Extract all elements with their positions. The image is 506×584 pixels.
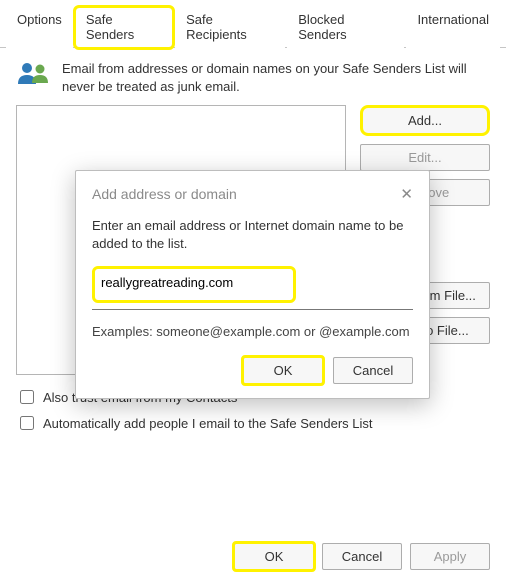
edit-button: Edit... [360,144,490,171]
tab-blocked-senders[interactable]: Blocked Senders [287,7,404,48]
dialog-examples: Examples: someone@example.com or @exampl… [92,324,413,339]
ok-button[interactable]: OK [234,543,314,570]
address-input[interactable] [99,271,289,296]
apply-button: Apply [410,543,490,570]
tab-bar: Options Safe Senders Safe Recipients Blo… [0,0,506,48]
dialog-cancel-button[interactable]: Cancel [333,357,413,384]
auto-add-checkbox[interactable] [20,416,34,430]
people-icon [16,60,52,90]
trust-contacts-checkbox[interactable] [20,390,34,404]
dialog-input-highlight [92,266,296,303]
description-text: Email from addresses or domain names on … [62,60,490,95]
add-address-dialog: Add address or domain ✕ Enter an email a… [75,170,430,399]
tab-international[interactable]: International [406,7,500,48]
close-icon[interactable]: ✕ [400,185,413,203]
auto-add-label: Automatically add people I email to the … [43,416,373,431]
add-button[interactable]: Add... [360,105,490,136]
auto-add-row[interactable]: Automatically add people I email to the … [16,413,490,433]
dialog-footer: OK Cancel Apply [234,543,490,570]
dialog-ok-button[interactable]: OK [243,357,323,384]
tab-safe-senders[interactable]: Safe Senders [75,7,173,48]
dialog-title: Add address or domain [92,186,237,202]
dialog-message: Enter an email address or Internet domai… [92,217,413,252]
tab-safe-recipients[interactable]: Safe Recipients [175,7,285,48]
cancel-button[interactable]: Cancel [322,543,402,570]
tab-options[interactable]: Options [6,7,73,48]
